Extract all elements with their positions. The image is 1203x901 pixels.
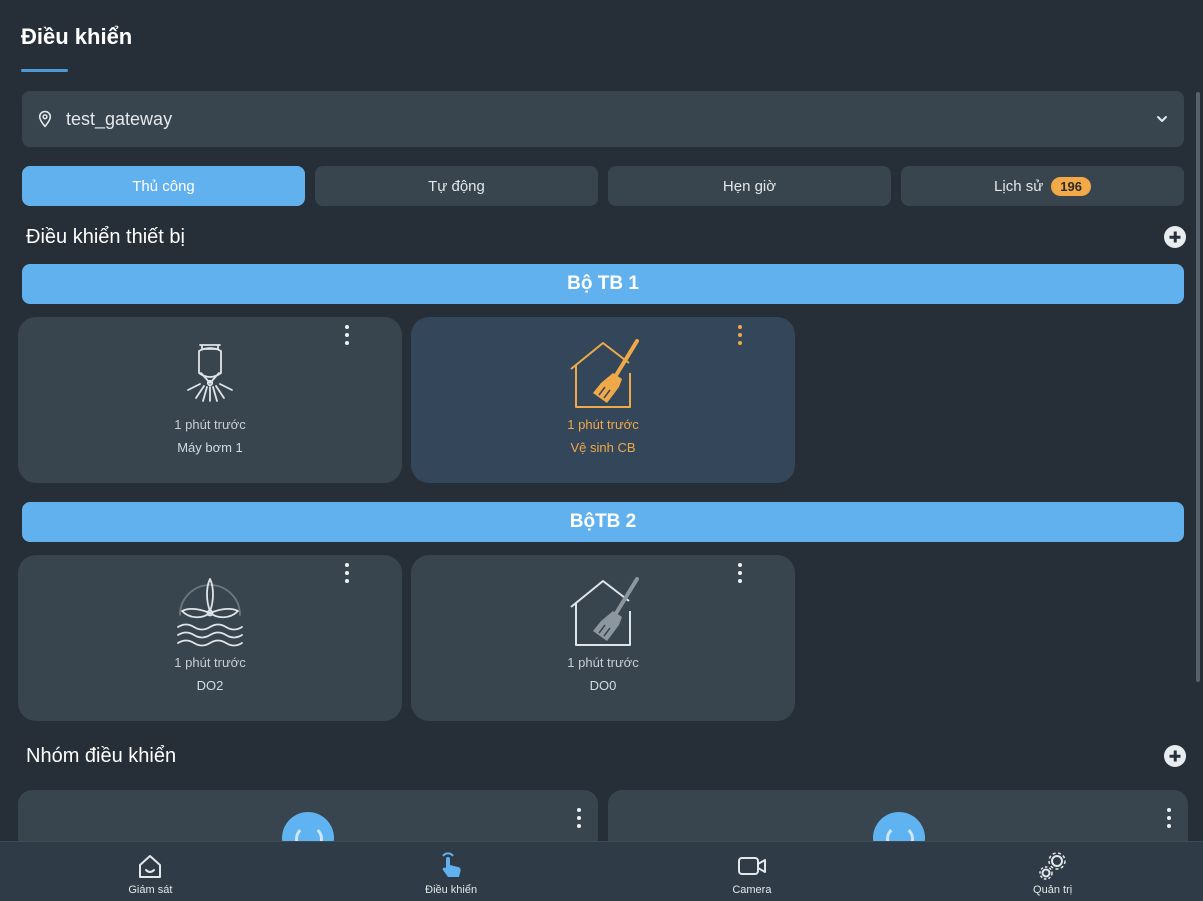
devices-section-title: Điều khiển thiết bị: [26, 225, 185, 248]
broom-house-icon: [570, 577, 639, 646]
nav-label: Camera: [732, 884, 772, 896]
control-groups-section-header: Nhóm điều khiển: [26, 742, 1186, 770]
broom-house-icon: [570, 339, 639, 408]
more-options-icon[interactable]: [735, 563, 745, 583]
tab-history[interactable]: Lịch sử 196: [901, 166, 1184, 206]
device-group-header[interactable]: Bộ TB 1: [22, 264, 1184, 304]
device-name: DO0: [589, 678, 617, 693]
nav-item-admin[interactable]: Quản trị: [902, 842, 1203, 901]
device-card[interactable]: 1 phút trước DO2: [18, 555, 402, 721]
device-group-header[interactable]: BộTB 2: [22, 502, 1184, 542]
tab-label: Hẹn giờ: [722, 177, 777, 195]
more-options-icon[interactable]: [574, 808, 584, 828]
device-last-update: 1 phút trước: [567, 417, 639, 432]
tab-automatic[interactable]: Tự động: [315, 166, 598, 206]
touch-hand-icon: [435, 850, 467, 882]
tab-manual[interactable]: Thủ công: [22, 166, 305, 206]
device-last-update: 1 phút trước: [567, 655, 639, 670]
nav-label: Quản trị: [1033, 884, 1073, 896]
video-camera-icon: [736, 850, 768, 882]
device-card[interactable]: 1 phút trước Vệ sinh CB: [411, 317, 795, 483]
more-options-icon[interactable]: [342, 325, 352, 345]
gears-icon: [1037, 850, 1069, 882]
tab-label: Lịch sử: [994, 177, 1044, 195]
scrollbar[interactable]: [1196, 92, 1200, 682]
history-count-badge: 196: [1051, 176, 1091, 196]
location-value: test_gateway: [66, 108, 173, 129]
add-device-button[interactable]: [1164, 226, 1186, 248]
more-options-icon[interactable]: [1164, 808, 1174, 828]
devices-section-header: Điều khiển thiết bị: [26, 223, 1186, 251]
tab-label: Tự động: [428, 177, 485, 195]
tab-schedule[interactable]: Hẹn giờ: [608, 166, 891, 206]
add-control-group-button[interactable]: [1164, 745, 1186, 767]
nav-item-control[interactable]: Điều khiển: [301, 842, 602, 901]
device-last-update: 1 phút trước: [174, 655, 246, 670]
pump-icon: [187, 344, 233, 402]
tab-label: Thủ công: [132, 177, 195, 195]
bottom-navigation: Giám sát Điều khiển Camera Quản trị: [0, 841, 1203, 901]
mode-tabs: Thủ công Tự động Hẹn giờ Lịch sử 196: [22, 166, 1184, 206]
home-icon: [134, 850, 166, 882]
device-card[interactable]: 1 phút trước Máy bơm 1: [18, 317, 402, 483]
more-options-icon[interactable]: [735, 325, 745, 345]
device-name: DO2: [196, 678, 224, 693]
title-underline: [21, 69, 68, 72]
more-options-icon[interactable]: [342, 563, 352, 583]
device-name: Vệ sinh CB: [570, 440, 636, 455]
nav-item-camera[interactable]: Camera: [602, 842, 903, 901]
device-last-update: 1 phút trước: [174, 417, 246, 432]
aerator-fan-icon: [177, 578, 243, 647]
page-title: Điều khiển: [21, 24, 133, 49]
nav-item-monitor[interactable]: Giám sát: [0, 842, 301, 901]
map-pin-icon: [36, 110, 54, 128]
device-card[interactable]: 1 phút trước DO0: [411, 555, 795, 721]
chevron-down-icon[interactable]: [1154, 111, 1170, 127]
control-groups-section-title: Nhóm điều khiển: [26, 744, 177, 767]
nav-label: Giám sát: [128, 884, 173, 896]
nav-label: Điều khiển: [425, 884, 478, 896]
location-select[interactable]: test_gateway: [22, 91, 1184, 147]
device-name: Máy bơm 1: [177, 440, 243, 455]
